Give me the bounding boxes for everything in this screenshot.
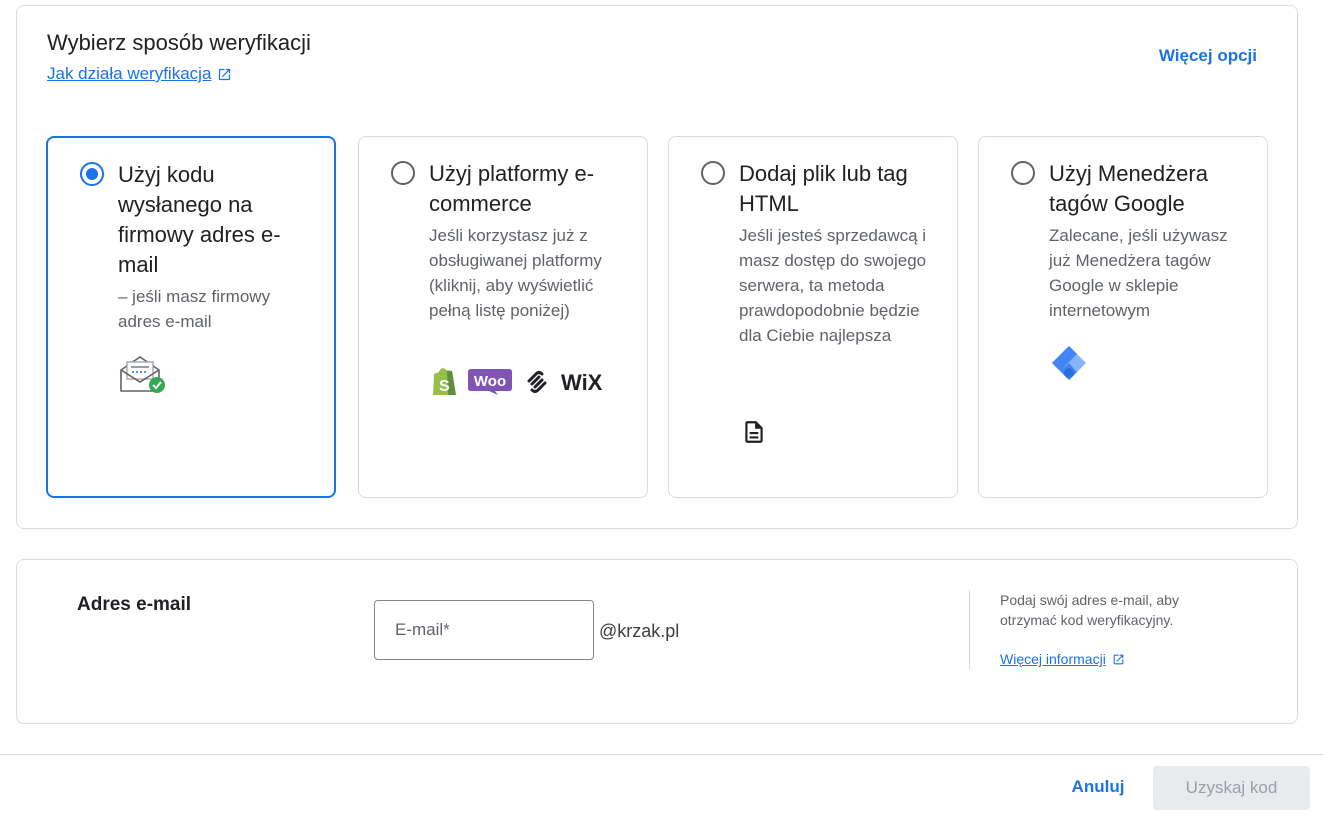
verification-method-card: Wybierz sposób weryfikacji Jak działa we… [16,5,1298,529]
help-link-label: Jak działa weryfikacja [47,64,212,83]
email-domain-suffix: @krzak.pl [599,621,680,641]
option-description: – jeśli masz firmowy adres e-mail [118,287,271,331]
get-code-button[interactable]: Uzyskaj kod [1153,766,1310,810]
page-title: Wybierz sposób weryfikacji [47,30,311,55]
option-title: Użyj Menedżera tagów Google [1049,161,1208,216]
how-verification-works-link[interactable]: Jak działa weryfikacja [47,64,232,84]
shopify-icon: S [433,368,456,395]
more-options-button[interactable]: Więcej opcji [1159,46,1257,66]
vertical-divider [969,590,970,670]
svg-text:S: S [439,378,450,395]
svg-text:Woo: Woo [474,373,506,390]
option-html-file-or-tag[interactable]: Dodaj plik lub tag HTML Jeśli jesteś spr… [668,136,958,498]
email-field[interactable]: E-mail* [374,600,594,660]
option-google-tag-manager[interactable]: Użyj Menedżera tagów Google Zalecane, je… [978,136,1268,498]
svg-text:WiX: WiX [561,370,603,394]
woocommerce-icon: Woo [468,369,512,395]
radio-ecommerce-platform[interactable] [391,161,415,185]
document-icon [745,421,763,443]
option-ecommerce-platform[interactable]: Użyj platformy e-commerce Jeśli korzysta… [358,136,648,498]
option-title: Użyj kodu wysłanego na firmowy adres e-m… [118,162,281,277]
email-verified-icon [120,356,165,393]
external-link-icon [219,68,231,80]
option-title: Dodaj plik lub tag HTML [739,161,908,216]
cancel-button[interactable]: Anuluj [1060,766,1136,808]
email-hint-text: Podaj swój adres e-mail, aby otrzymać ko… [1000,592,1179,628]
external-link-icon [1113,654,1124,664]
option-description: Zalecane, jeśli używasz już Menedżera ta… [1049,226,1228,320]
option-description: Jeśli korzystasz już z obsługiwanej plat… [429,226,602,320]
radio-email-code[interactable] [80,162,104,186]
wix-icon: WiX [561,370,603,394]
platform-logos: S Woo WiX [431,367,611,397]
email-section-label: Adres e-mail [77,594,192,615]
email-section-card: Adres e-mail E-mail* @krzak.pl Podaj swó… [16,559,1298,724]
google-tag-manager-icon [1052,346,1086,380]
option-title: Użyj platformy e-commerce [429,161,595,216]
squarespace-icon [527,371,547,393]
footer-divider [0,754,1323,755]
option-description: Jeśli jesteś sprzedawcą i masz dostęp do… [739,226,927,345]
radio-html-file-or-tag[interactable] [701,161,725,185]
more-info-link[interactable]: Więcej informacji [1000,651,1125,667]
more-info-label: Więcej informacji [1000,651,1106,667]
option-email-code[interactable]: Użyj kodu wysłanego na firmowy adres e-m… [46,136,336,498]
radio-google-tag-manager[interactable] [1011,161,1035,185]
